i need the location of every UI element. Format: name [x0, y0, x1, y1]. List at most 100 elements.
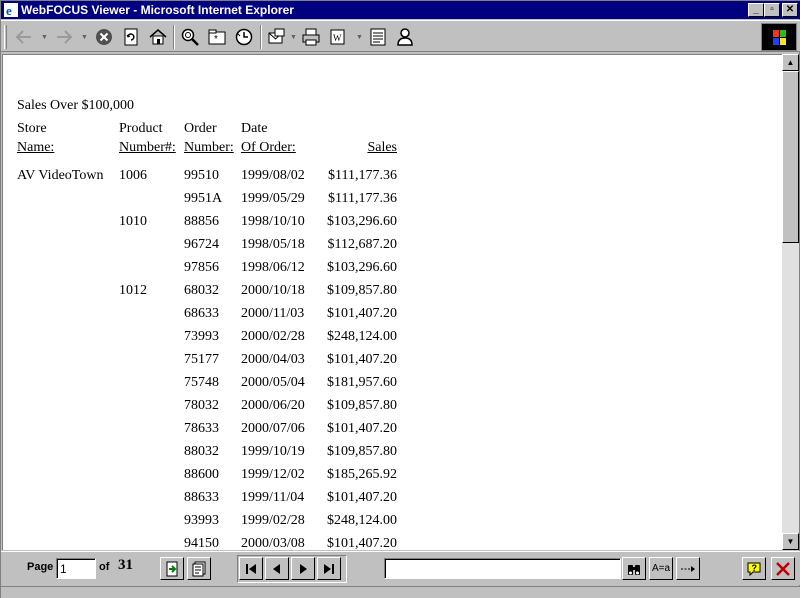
minimize-button[interactable]: _ [748, 3, 764, 17]
cell-order-number: 88032 [184, 444, 219, 459]
binoculars-icon [628, 564, 640, 575]
document-icon [192, 561, 206, 576]
report-content: Sales Over $100,000 Store Name: Product … [2, 54, 782, 550]
match-case-icon: A=a [651, 563, 671, 574]
first-page-icon [246, 563, 256, 574]
of-label: of [99, 561, 110, 573]
last-page-icon [324, 563, 334, 574]
header-store-name: Name: [17, 140, 55, 155]
browser-toolbar: ▼ ▼ * ▼ W ▼ [1, 20, 800, 52]
edit-button[interactable]: W [327, 26, 349, 48]
scroll-up-button[interactable]: ▲ [782, 54, 799, 71]
cell-sales: $103,296.60 [327, 260, 397, 275]
next-page-button[interactable] [291, 557, 315, 580]
cell-sales: $248,124.00 [327, 513, 397, 528]
restore-button[interactable]: ▫ [764, 3, 780, 17]
help-button[interactable]: ? [742, 557, 766, 580]
search-button[interactable] [179, 26, 201, 48]
previous-page-button[interactable] [265, 557, 289, 580]
cell-order-date: 2000/11/03 [241, 306, 305, 321]
header-order: Order [184, 121, 217, 136]
cell-sales: $101,407.20 [327, 306, 397, 321]
header-store: Store [17, 121, 47, 136]
scroll-down-button[interactable]: ▼ [782, 533, 799, 550]
cell-sales: $101,407.20 [327, 536, 397, 550]
mail-dropdown-icon[interactable]: ▼ [290, 34, 297, 41]
cell-order-number: 88633 [184, 490, 219, 505]
report-navigation-bar: Page of 31 A=a [1, 551, 800, 585]
export-icon [166, 561, 178, 576]
print-report-button[interactable] [187, 557, 211, 580]
home-icon [149, 29, 167, 45]
scroll-up-icon: ▲ [786, 58, 795, 67]
find-next-icon [681, 565, 695, 572]
back-button[interactable] [13, 26, 35, 48]
print-button[interactable] [300, 26, 322, 48]
cell-order-number: 88856 [184, 214, 219, 229]
cell-product-number: 1012 [119, 283, 147, 298]
header-date-of-order: Of Order: [241, 140, 296, 155]
edit-icon: W [330, 29, 345, 45]
cell-order-date: 1998/06/12 [241, 260, 305, 275]
toolbar-grip[interactable] [4, 25, 7, 49]
export-button[interactable] [160, 557, 184, 580]
refresh-button[interactable] [120, 26, 142, 48]
close-icon: ✕ [785, 4, 795, 15]
find-button[interactable] [622, 557, 646, 580]
cell-order-number: 9951A [184, 191, 223, 206]
forward-button[interactable] [53, 26, 75, 48]
favorites-icon: * [208, 29, 226, 45]
find-text-input[interactable] [384, 558, 621, 579]
find-next-button[interactable] [676, 557, 700, 580]
cell-order-number: 78032 [184, 398, 219, 413]
mail-button[interactable] [266, 26, 288, 48]
history-icon [235, 28, 253, 46]
cell-order-date: 1999/08/02 [241, 168, 305, 183]
history-button[interactable] [233, 26, 255, 48]
cell-product-number: 1010 [119, 214, 147, 229]
vertical-scrollbar[interactable]: ▲ ▼ [782, 54, 799, 550]
cell-sales: $248,124.00 [327, 329, 397, 344]
cell-order-date: 2000/10/18 [241, 283, 305, 298]
scroll-down-icon: ▼ [786, 537, 795, 546]
svg-text:*: * [214, 34, 218, 45]
windows-flag-icon [773, 30, 786, 45]
cell-order-date: 1999/05/29 [241, 191, 305, 206]
messenger-button[interactable] [394, 26, 416, 48]
scroll-thumb[interactable] [782, 71, 799, 243]
svg-text:e: e [6, 3, 12, 18]
next-page-icon [300, 563, 307, 574]
report-title: Sales Over $100,000 [17, 98, 135, 113]
stop-button[interactable] [93, 26, 115, 48]
forward-icon [57, 30, 73, 44]
page-label: Page [27, 561, 54, 573]
first-page-button[interactable] [239, 557, 263, 580]
header-product: Product [119, 121, 163, 136]
cell-order-number: 75177 [184, 352, 219, 367]
last-page-button[interactable] [317, 557, 341, 580]
close-icon [776, 561, 790, 576]
cell-sales: $181,957.60 [327, 375, 397, 390]
search-icon [181, 28, 199, 46]
discuss-icon [370, 28, 386, 46]
cell-sales: $109,857.80 [327, 283, 397, 298]
discuss-button[interactable] [367, 26, 389, 48]
forward-dropdown-icon[interactable]: ▼ [81, 34, 88, 41]
favorites-button[interactable]: * [206, 26, 228, 48]
minimize-icon: _ [753, 4, 759, 15]
close-button[interactable]: ✕ [782, 3, 798, 17]
home-button[interactable] [147, 26, 169, 48]
edit-dropdown-icon[interactable]: ▼ [356, 34, 363, 41]
cell-order-number: 75748 [184, 375, 219, 390]
cell-order-date: 1999/12/02 [241, 467, 305, 482]
cell-sales: $185,265.92 [327, 467, 397, 482]
header-sales: Sales [367, 140, 397, 155]
cell-sales: $112,687.20 [327, 237, 397, 252]
title-bar[interactable]: e WebFOCUS Viewer - Microsoft Internet E… [1, 1, 800, 19]
cell-order-number: 68032 [184, 283, 219, 298]
page-number-input[interactable] [56, 558, 96, 579]
cell-order-number: 99510 [184, 168, 219, 183]
back-dropdown-icon[interactable]: ▼ [41, 34, 48, 41]
close-viewer-button[interactable] [771, 557, 795, 580]
match-case-button[interactable]: A=a [649, 557, 673, 580]
